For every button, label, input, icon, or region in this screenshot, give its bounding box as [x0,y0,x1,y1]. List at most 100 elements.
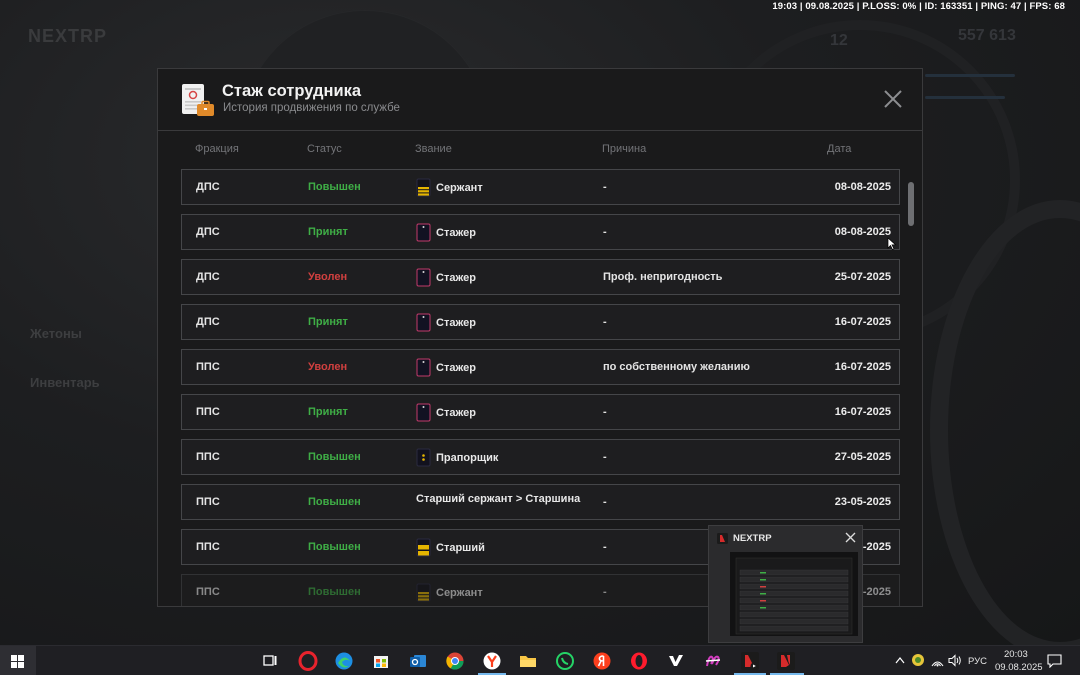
cell-status: Принят [308,316,348,328]
windows-logo-icon [11,655,24,668]
background-bar [925,96,1005,99]
preview-title: NEXTRP [733,533,772,544]
senior-sergeant-shoulder-strap-icon [416,538,431,557]
cell-date: 16-07-2025 [834,406,891,418]
nextrp-launcher-icon[interactable] [740,651,760,671]
yandex-icon[interactable] [592,651,612,671]
rank-label: Стажер [436,271,476,284]
background-label-tokens: Жетоны [30,326,82,341]
task-view-icon[interactable] [260,651,280,671]
sergeant-shoulder-strap-icon [416,178,431,197]
table-row: ДПС Уволен Стажер Проф. непригодность 25-07-… [181,259,900,295]
performance-overlay: 19:03 | 09.08.2025 | P.LOSS: 0% | ID: 16… [772,1,1065,12]
cell-rank: Прапорщик [416,448,498,467]
clock-time[interactable]: 20:03 [1004,649,1028,660]
cell-faction: ДПС [196,226,220,238]
cell-rank: Стажер [416,223,476,242]
opera-gx-icon[interactable] [298,651,318,671]
mouse-cursor-icon [887,237,897,250]
microsoft-store-icon[interactable] [371,651,391,671]
cell-rank: Стажер [416,268,476,287]
cell-faction: ППС [196,541,220,553]
scrollbar-thumb[interactable] [908,182,914,226]
notifications-icon[interactable] [1047,654,1062,668]
cell-status: Повышен [308,541,361,553]
yandex-browser-icon[interactable] [482,651,502,671]
taskbar: РУС 20:03 09.08.2025 [0,645,1080,675]
start-button[interactable] [0,646,36,675]
modal-header: Стаж сотрудника История продвижения по с… [158,69,922,131]
rank-label: Сержант [436,181,483,194]
cell-reason: - [603,586,607,598]
chrome-icon[interactable] [445,651,465,671]
rank-label: Стажер [436,361,476,374]
table-row: ДПС Принят Стажер - 08-08-2025 [181,214,900,250]
cell-status: Повышен [308,451,361,463]
cell-faction: ДПС [196,181,220,193]
cell-rank: Старший сержант > Старшина [416,493,580,505]
cell-faction: ППС [196,496,220,508]
trainee-shoulder-strap-icon [416,313,431,332]
cell-rank: Стажер [416,313,476,332]
clock-date[interactable]: 09.08.2025 [995,662,1043,673]
tray-app-icon[interactable] [911,653,925,667]
column-header-rank: Звание [415,143,452,155]
cell-date: 16-07-2025 [834,316,891,328]
cell-faction: ДПС [196,316,220,328]
file-explorer-icon[interactable] [518,651,538,671]
table-row: ППС Уволен Стажер по собственному желанию 16… [181,349,900,385]
close-icon[interactable] [845,532,856,543]
modal-subtitle: История продвижения по службе [223,102,400,114]
cell-reason: по собственному желанию [603,361,750,373]
whatsapp-icon[interactable] [555,651,575,671]
cell-rank: Стажер [416,403,476,422]
cell-rank: Старший [416,538,485,557]
cell-reason: - [603,541,607,553]
cell-date: 23-05-2025 [834,496,891,508]
cell-reason: - [603,451,607,463]
background-level: 12 [830,32,848,49]
close-icon[interactable] [882,88,904,110]
cell-date: 25-07-2025 [834,271,891,283]
preview-thumbnail-image [735,557,853,635]
nextrp-game-icon[interactable] [776,651,796,671]
launcher-icon[interactable] [703,651,723,671]
column-header-date: Дата [827,143,852,155]
volume-icon[interactable] [948,654,962,667]
edge-browser-icon[interactable] [334,651,354,671]
document-icon [182,84,214,116]
cell-reason: - [603,226,607,238]
cell-faction: ДПС [196,271,220,283]
window-preview[interactable]: NEXTRP [708,525,863,643]
cell-status: Повышен [308,496,361,508]
modal-title: Стаж сотрудника [222,82,362,100]
cell-status: Повышен [308,181,361,193]
cell-reason: Проф. непригодность [603,271,723,283]
rank-label: Стажер [436,316,476,329]
rank-label: Сержант [436,586,483,599]
cell-date: 16-07-2025 [834,361,891,373]
cell-date: 08-08-2025 [834,226,891,238]
table-row: ППС Повышен Старший сержант > Старшина - 23-… [181,484,900,520]
sergeant-shoulder-strap-icon [416,583,431,602]
opera-icon[interactable] [629,651,649,671]
cell-faction: ППС [196,406,220,418]
outlook-icon[interactable] [408,651,428,671]
cell-status: Уволен [308,271,348,283]
trainee-shoulder-strap-icon [416,403,431,422]
game-logo: NEXTRP [28,26,108,46]
nextrp-app-icon [717,533,728,544]
background-bar [925,74,1015,77]
cell-reason: - [603,496,607,508]
cell-faction: ППС [196,451,220,463]
rank-label: Прапорщик [436,451,499,464]
background-money: 557 613 [958,27,1016,44]
network-icon[interactable] [931,654,944,667]
chevron-up-icon[interactable] [895,656,905,664]
cell-date: 27-05-2025 [834,451,891,463]
input-language[interactable]: РУС [968,656,987,667]
app-v-icon[interactable] [666,651,686,671]
rank-label: Старший [436,541,485,554]
cell-status: Принят [308,226,348,238]
background-label-inventory: Инвентарь [30,375,100,390]
